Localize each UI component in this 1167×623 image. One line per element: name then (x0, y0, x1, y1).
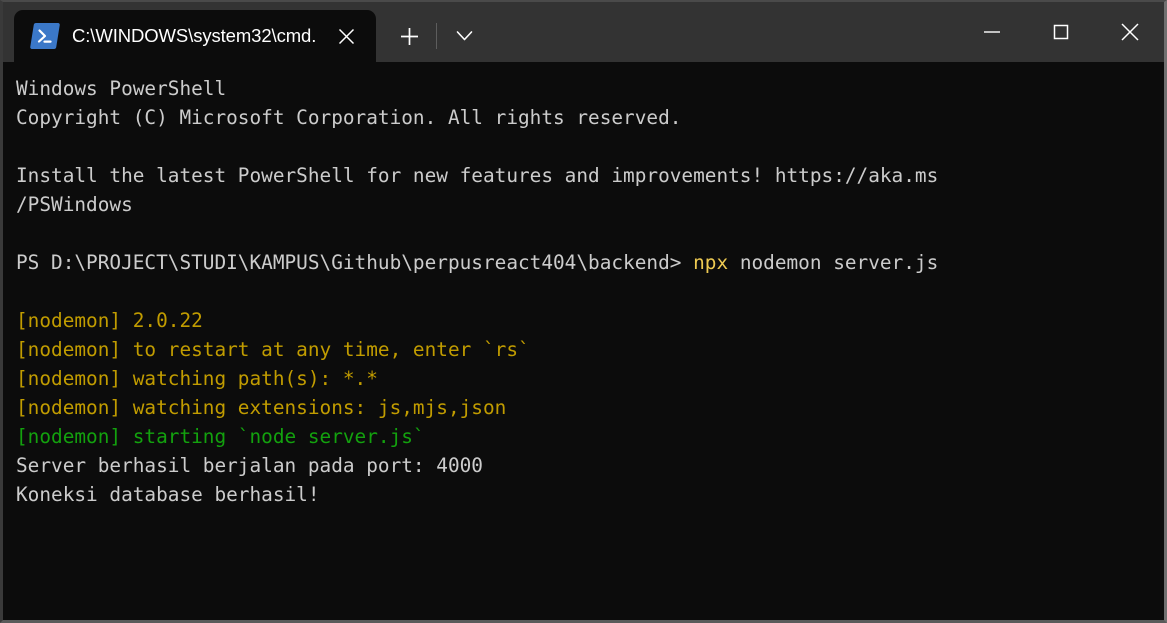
tab-toolbar (376, 10, 485, 62)
terminal-window: C:\WINDOWS\system32\cmd. Windows PowerSh… (0, 0, 1167, 623)
minimize-button[interactable] (957, 2, 1026, 62)
terminal-text: /PSWindows (16, 193, 133, 216)
terminal-text: nodemon server.js (728, 251, 939, 274)
tab-strip: C:\WINDOWS\system32\cmd. (3, 2, 485, 62)
powershell-icon (29, 23, 61, 49)
terminal-line: Server berhasil berjalan pada port: 4000 (16, 451, 1164, 480)
terminal-line: [nodemon] watching path(s): *.* (16, 364, 1164, 393)
terminal-line: Install the latest PowerShell for new fe… (16, 161, 1164, 190)
terminal-line: /PSWindows (16, 190, 1164, 219)
close-button[interactable] (1095, 2, 1164, 62)
terminal-text: Windows PowerShell (16, 77, 227, 100)
terminal-line: Copyright (C) Microsoft Corporation. All… (16, 103, 1164, 132)
terminal-text: PS D:\PROJECT\STUDI\KAMPUS\Github\perpus… (16, 251, 694, 274)
terminal-line: [nodemon] 2.0.22 (16, 306, 1164, 335)
terminal-text: Server berhasil berjalan pada port: 4000 (16, 454, 483, 477)
terminal-line: [nodemon] to restart at any time, enter … (16, 335, 1164, 364)
terminal-text: Install the latest PowerShell for new fe… (16, 164, 939, 187)
terminal-text: Copyright (C) Microsoft Corporation. All… (16, 106, 682, 129)
terminal-text: Koneksi database berhasil! (16, 483, 320, 506)
terminal-line: [nodemon] watching extensions: js,mjs,js… (16, 393, 1164, 422)
terminal-line: [nodemon] starting `node server.js` (16, 422, 1164, 451)
toolbar-divider (436, 23, 438, 49)
tab-close-icon[interactable] (330, 20, 362, 52)
tab-active[interactable]: C:\WINDOWS\system32\cmd. (14, 10, 377, 62)
terminal-text: [nodemon] 2.0.22 (16, 309, 203, 332)
title-bar[interactable]: C:\WINDOWS\system32\cmd. (3, 2, 1164, 62)
tab-title: C:\WINDOWS\system32\cmd. (72, 25, 317, 46)
terminal-content-area[interactable]: Windows PowerShell Copyright (C) Microsof… (3, 62, 1164, 620)
terminal-text: npx (693, 251, 729, 274)
terminal-text: [nodemon] watching path(s): *.* (16, 367, 378, 390)
terminal-text: [nodemon] starting `node server.js` (16, 425, 425, 448)
terminal-line: PS D:\PROJECT\STUDI\KAMPUS\Github\perpus… (16, 248, 1164, 277)
terminal-text: [nodemon] to restart at any time, enter … (16, 338, 530, 361)
new-tab-button[interactable] (388, 16, 430, 56)
window-controls (957, 2, 1164, 62)
chevron-down-icon[interactable] (443, 16, 485, 56)
terminal-text: [nodemon] watching extensions: js,mjs,js… (16, 396, 507, 419)
maximize-button[interactable] (1026, 2, 1095, 62)
terminal-line: Windows PowerShell (16, 74, 1164, 103)
terminal-line: Koneksi database berhasil! (16, 480, 1164, 509)
terminal-output: Windows PowerShell Copyright (C) Microsof… (16, 74, 1164, 509)
